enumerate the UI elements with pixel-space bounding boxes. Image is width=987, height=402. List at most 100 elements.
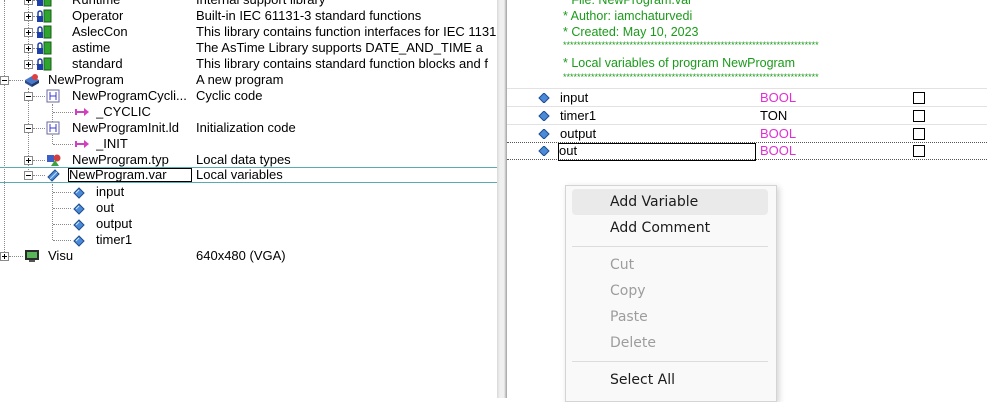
variable-name[interactable]: input xyxy=(560,89,588,107)
tree-item-var-output[interactable]: output xyxy=(0,216,497,232)
tree-item-aslecon[interactable]: AslecCon This library contains function … xyxy=(0,24,497,40)
retain-checkbox[interactable] xyxy=(913,92,925,104)
variable-type[interactable]: TON xyxy=(760,107,787,125)
variable-type[interactable]: BOOL xyxy=(760,143,796,159)
tree-item-label: NewProgram xyxy=(48,72,124,87)
tree-item-data-types[interactable]: NewProgram.typ Local data types xyxy=(0,152,497,168)
variable-file-icon xyxy=(47,169,60,182)
tree-item-label: out xyxy=(96,200,115,215)
tree-item-local-variables[interactable]: NewProgram.var Local variables xyxy=(0,167,497,183)
tree-item-newprogram[interactable]: NewProgram A new program xyxy=(0,72,497,88)
tree-item-standard[interactable]: standard This library contains standard … xyxy=(0,56,497,72)
menu-copy[interactable]: Copy xyxy=(572,278,768,304)
collapse-toggle[interactable] xyxy=(0,76,9,85)
tree-item-description: This library contains standard function … xyxy=(196,56,488,71)
library-icon xyxy=(37,57,52,71)
menu-select-all[interactable]: Select All xyxy=(572,367,768,393)
tree-item-visu[interactable]: Visu 640x480 (VGA) xyxy=(0,248,497,264)
variable-icon xyxy=(73,203,85,215)
tree-item-label: timer1 xyxy=(96,232,133,247)
tree-item-description: The AsTime Library supports DATE_AND_TIM… xyxy=(196,40,483,55)
variable-row-focused[interactable]: out BOOL xyxy=(507,142,987,161)
expand-toggle[interactable] xyxy=(24,28,33,37)
variable-name-editbox[interactable] xyxy=(558,143,756,161)
tree-item-description: This library contains function interface… xyxy=(196,24,496,39)
menu-add-comment[interactable]: Add Comment xyxy=(572,215,768,241)
variable-row[interactable]: timer1 TON xyxy=(507,107,987,125)
expand-toggle[interactable] xyxy=(24,60,33,69)
tree-item-label: NewProgram.typ xyxy=(72,152,169,167)
tree-item-label: astime xyxy=(72,40,111,55)
tree-item-label: NewProgramInit.ld xyxy=(72,120,179,135)
retain-checkbox[interactable] xyxy=(913,128,925,140)
tree-item-label: standard xyxy=(72,56,123,71)
tree-item-cyclic-program[interactable]: NewProgramCycli... Cyclic code xyxy=(0,88,497,104)
variable-icon xyxy=(538,93,550,103)
menu-paste[interactable]: Paste xyxy=(572,304,768,330)
expand-toggle[interactable] xyxy=(24,0,33,5)
tree-item-description: A new program xyxy=(196,72,284,87)
tree-item-description: Cyclic code xyxy=(196,88,263,103)
variable-type[interactable]: BOOL xyxy=(760,125,796,143)
tree-item-cyclic-section[interactable]: _CYCLIC xyxy=(0,104,497,120)
tree-item-label: AslecCon xyxy=(72,24,128,39)
cyclic-arrow-icon xyxy=(75,108,89,116)
expand-toggle[interactable] xyxy=(24,156,33,165)
tree-item-label: Runtime xyxy=(72,0,120,8)
menu-add-variable[interactable]: Add Variable xyxy=(572,189,768,215)
tree-item-init-program[interactable]: NewProgramInit.ld Initialization code xyxy=(0,120,497,136)
variable-icon xyxy=(538,129,550,139)
tree-item-var-timer1[interactable]: timer1 xyxy=(0,232,497,248)
comment-line: ****************************************… xyxy=(563,72,819,82)
retain-checkbox[interactable] xyxy=(913,145,925,157)
tree-item-label-editing[interactable]: NewProgram.var xyxy=(68,168,192,182)
variable-row[interactable]: input BOOL xyxy=(507,89,987,107)
variable-type[interactable]: BOOL xyxy=(760,89,796,107)
tree-item-description: Built-in IEC 61131-3 standard functions xyxy=(196,8,422,23)
tree-item-description: 640x480 (VGA) xyxy=(196,248,286,263)
program-icon xyxy=(25,74,39,87)
menu-separator xyxy=(572,361,768,362)
menu-cut[interactable]: Cut xyxy=(572,252,768,278)
tree-item-var-out[interactable]: out xyxy=(0,200,497,216)
datatype-icon xyxy=(47,154,61,166)
variable-icon xyxy=(73,235,85,247)
tree-item-description: Internal support library xyxy=(196,0,496,8)
variable-icon xyxy=(73,219,85,231)
library-icon xyxy=(37,9,52,23)
library-icon xyxy=(37,0,52,7)
expand-toggle[interactable] xyxy=(0,252,9,261)
tree-item-var-input[interactable]: input xyxy=(0,184,497,200)
tree-item-init-section[interactable]: _INIT xyxy=(0,136,497,152)
variable-name[interactable]: timer1 xyxy=(560,107,596,125)
menu-delete[interactable]: Delete xyxy=(572,330,768,356)
expand-toggle[interactable] xyxy=(24,44,33,53)
library-icon xyxy=(37,41,52,55)
comment-line: * File: NewProgram.var xyxy=(563,0,693,7)
tree-item-astime[interactable]: astime The AsTime Library supports DATE_… xyxy=(0,40,497,56)
ladder-code-icon xyxy=(46,121,60,135)
context-menu: Add Variable Add Comment Cut Copy Paste … xyxy=(565,185,777,402)
tree-item-label: NewProgramCycli... xyxy=(72,88,187,103)
tree-item-label: _CYCLIC xyxy=(96,104,151,119)
project-tree-panel: Runtime Internal support library Operato… xyxy=(0,0,497,398)
collapse-toggle[interactable] xyxy=(24,124,33,133)
tree-item-label: input xyxy=(96,184,125,199)
tree-item-operator[interactable]: Operator Built-in IEC 61131-3 standard f… xyxy=(0,8,497,24)
comment-line: * Author: iamchaturvedi xyxy=(563,9,693,23)
tree-item-label: _INIT xyxy=(96,136,128,151)
variable-icon xyxy=(73,187,85,199)
variable-row[interactable]: output BOOL xyxy=(507,125,987,143)
variable-name[interactable]: out xyxy=(559,143,577,159)
variable-name[interactable]: output xyxy=(560,125,596,143)
init-arrow-icon xyxy=(75,140,89,148)
tree-item-runtime[interactable]: Runtime Internal support library xyxy=(0,0,497,8)
collapse-toggle[interactable] xyxy=(24,92,33,101)
tree-item-description: Local variables xyxy=(196,168,283,182)
retain-checkbox[interactable] xyxy=(913,110,925,122)
pane-splitter[interactable] xyxy=(497,0,507,398)
collapse-toggle[interactable] xyxy=(24,171,33,180)
visualization-icon xyxy=(25,250,39,262)
expand-toggle[interactable] xyxy=(24,12,33,21)
variable-icon xyxy=(538,111,550,121)
